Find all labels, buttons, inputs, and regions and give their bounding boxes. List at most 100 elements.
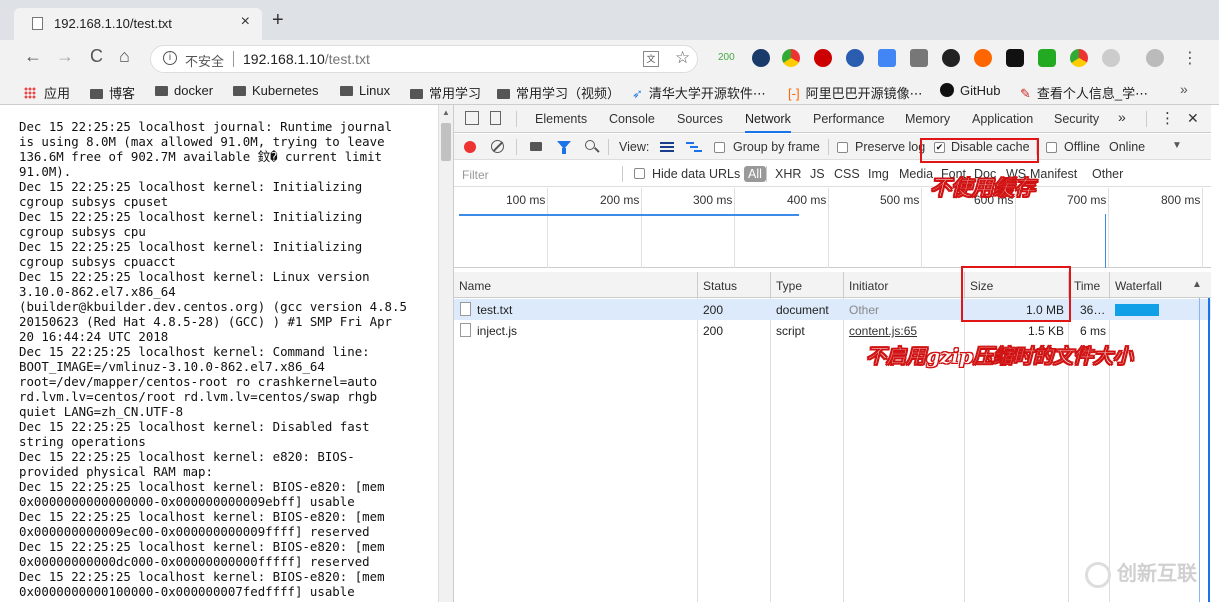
browser-tab-strip: 192.168.1.10/test.txt × + [0,0,1219,40]
inspect-element-icon[interactable] [465,111,479,125]
forward-button[interactable]: → [56,46,74,67]
back-button[interactable]: ← [24,46,42,67]
column-header-initiator[interactable]: Initiator [844,272,965,298]
filter-input[interactable]: Filter [462,168,489,182]
request-type: script [776,324,805,338]
bookmark-folder[interactable]: docker [155,83,213,98]
group-by-frame-checkbox[interactable] [714,142,725,153]
hide-data-urls-checkbox[interactable] [634,168,645,179]
sort-ascending-icon[interactable]: ▲ [1192,279,1202,290]
scroll-up-icon[interactable]: ▲ [442,108,450,117]
bookmark-folder[interactable]: 博客 [90,83,135,102]
new-tab-button[interactable]: + [272,9,284,32]
record-icon[interactable] [464,141,476,153]
overview-icon[interactable] [686,142,702,152]
filter-media-button[interactable]: Media [899,167,933,181]
throttling-select[interactable]: Online [1109,140,1145,154]
info-icon[interactable]: i [163,51,177,65]
extension-adblock-icon[interactable] [814,49,832,67]
search-icon[interactable] [585,140,595,150]
tick-label: 100 ms [506,193,546,207]
filter-img-button[interactable]: Img [868,167,889,181]
bookmark-star-icon[interactable]: ☆ [675,48,690,68]
extension-chrome-icon[interactable] [782,49,800,67]
group-by-frame-label: Group by frame [733,140,820,154]
bookmark-folder[interactable]: 常用学习 [410,83,481,102]
more-tabs-button[interactable]: » [1118,109,1126,125]
address-bar[interactable]: i 不安全 192.168.1.10/test.txt 文 ☆ [150,45,698,73]
device-toolbar-icon[interactable] [490,111,501,125]
gridline [641,188,642,268]
filter-js-button[interactable]: JS [810,167,825,181]
extension-infinity-icon[interactable] [974,49,992,67]
folder-icon [90,89,103,99]
extension-ip-icon[interactable] [752,49,770,67]
devtools-menu-icon[interactable]: ⋮ [1160,109,1175,127]
chevron-down-icon[interactable]: ▼ [1172,140,1182,151]
tab-sources[interactable]: Sources [677,112,723,126]
column-header-name[interactable]: Name [454,272,698,298]
filter-other-button[interactable]: Other [1092,167,1123,181]
tab-performance[interactable]: Performance [813,112,885,126]
preserve-log-checkbox[interactable] [837,142,848,153]
filter-xhr-button[interactable]: XHR [775,167,801,181]
filter-css-button[interactable]: CSS [834,167,860,181]
column-header-type[interactable]: Type [771,272,844,298]
table-row[interactable]: inject.js 200 script content.js:65 1.5 K… [454,320,1211,341]
bookmark-link[interactable]: GitHub [940,83,1000,98]
column-header-time[interactable]: Time [1069,272,1110,298]
scrollbar-thumb[interactable] [441,123,451,161]
gridline [734,188,735,268]
filter-all-button[interactable]: All [744,166,766,182]
devtools-close-icon[interactable]: ✕ [1187,110,1199,127]
bookmark-apps[interactable]: 应用 [24,83,70,102]
filter-icon[interactable] [557,141,571,154]
initiator-link[interactable]: content.js:65 [849,324,917,338]
tab-network[interactable]: Network [745,112,791,133]
column-divider [770,298,771,602]
tab-close-icon[interactable]: × [241,13,250,31]
extension-globe-icon[interactable] [846,49,864,67]
page-scrollbar[interactable]: ▲ [438,105,453,602]
tab-application[interactable]: Application [972,112,1033,126]
bookmark-link[interactable]: [-] 阿里巴巴开源镜像⋯ [788,83,923,102]
offline-checkbox[interactable] [1046,142,1057,153]
table-row[interactable]: test.txt 200 document Other 1.0 MB 36… [454,299,1211,320]
bookmarks-overflow-button[interactable]: » [1180,81,1188,97]
browser-tab[interactable]: 192.168.1.10/test.txt × [14,8,262,40]
large-rows-icon[interactable] [660,142,674,152]
request-type: document [776,303,829,317]
extension-chrome2-icon[interactable] [1070,49,1088,67]
timeline-overview[interactable]: 100 ms 200 ms 300 ms 400 ms 500 ms 600 m… [454,188,1211,268]
home-button[interactable]: ⌂ [119,46,130,67]
bookmark-label: 清华大学开源软件⋯ [648,86,766,101]
request-initiator: Other [849,303,880,317]
tab-memory[interactable]: Memory [905,112,950,126]
screenshot-capture-icon[interactable] [530,142,542,151]
bookmark-folder[interactable]: Kubernetes [233,83,319,98]
tick-label: 300 ms [693,193,733,207]
tab-console[interactable]: Console [609,112,655,126]
tab-elements[interactable]: Elements [535,112,587,126]
url-text[interactable]: 192.168.1.10/test.txt [243,51,370,67]
reload-button[interactable]: C [90,46,103,67]
bookmark-folder[interactable]: Linux [340,83,390,98]
tab-security[interactable]: Security [1054,112,1099,126]
browser-menu-icon[interactable]: ⋮ [1182,48,1198,68]
screenshot-frame: 192.168.1.10/test.txt × + ← → C ⌂ i 不安全 … [0,0,1219,602]
filter-manifest-button[interactable]: Manifest [1030,167,1077,181]
clear-icon[interactable] [491,140,504,153]
bookmark-link[interactable]: ➶ 清华大学开源软件⋯ [632,83,766,102]
extension-m-icon[interactable] [1102,49,1120,67]
translate-icon[interactable]: 文 [643,51,659,67]
column-header-status[interactable]: Status [698,272,771,298]
profile-avatar[interactable] [1146,49,1164,67]
bookmark-link[interactable]: ✎ 查看个人信息_学⋯ [1020,83,1148,102]
extension-circle-icon[interactable] [942,49,960,67]
request-time: 6 ms [1080,324,1107,338]
extension-ghost-icon[interactable] [1006,49,1024,67]
bookmark-folder[interactable]: 常用学习（视频） [497,83,620,102]
extension-puzzle-icon[interactable] [910,49,928,67]
extension-g-icon[interactable] [1038,49,1056,67]
extension-translate-icon[interactable] [878,49,896,67]
